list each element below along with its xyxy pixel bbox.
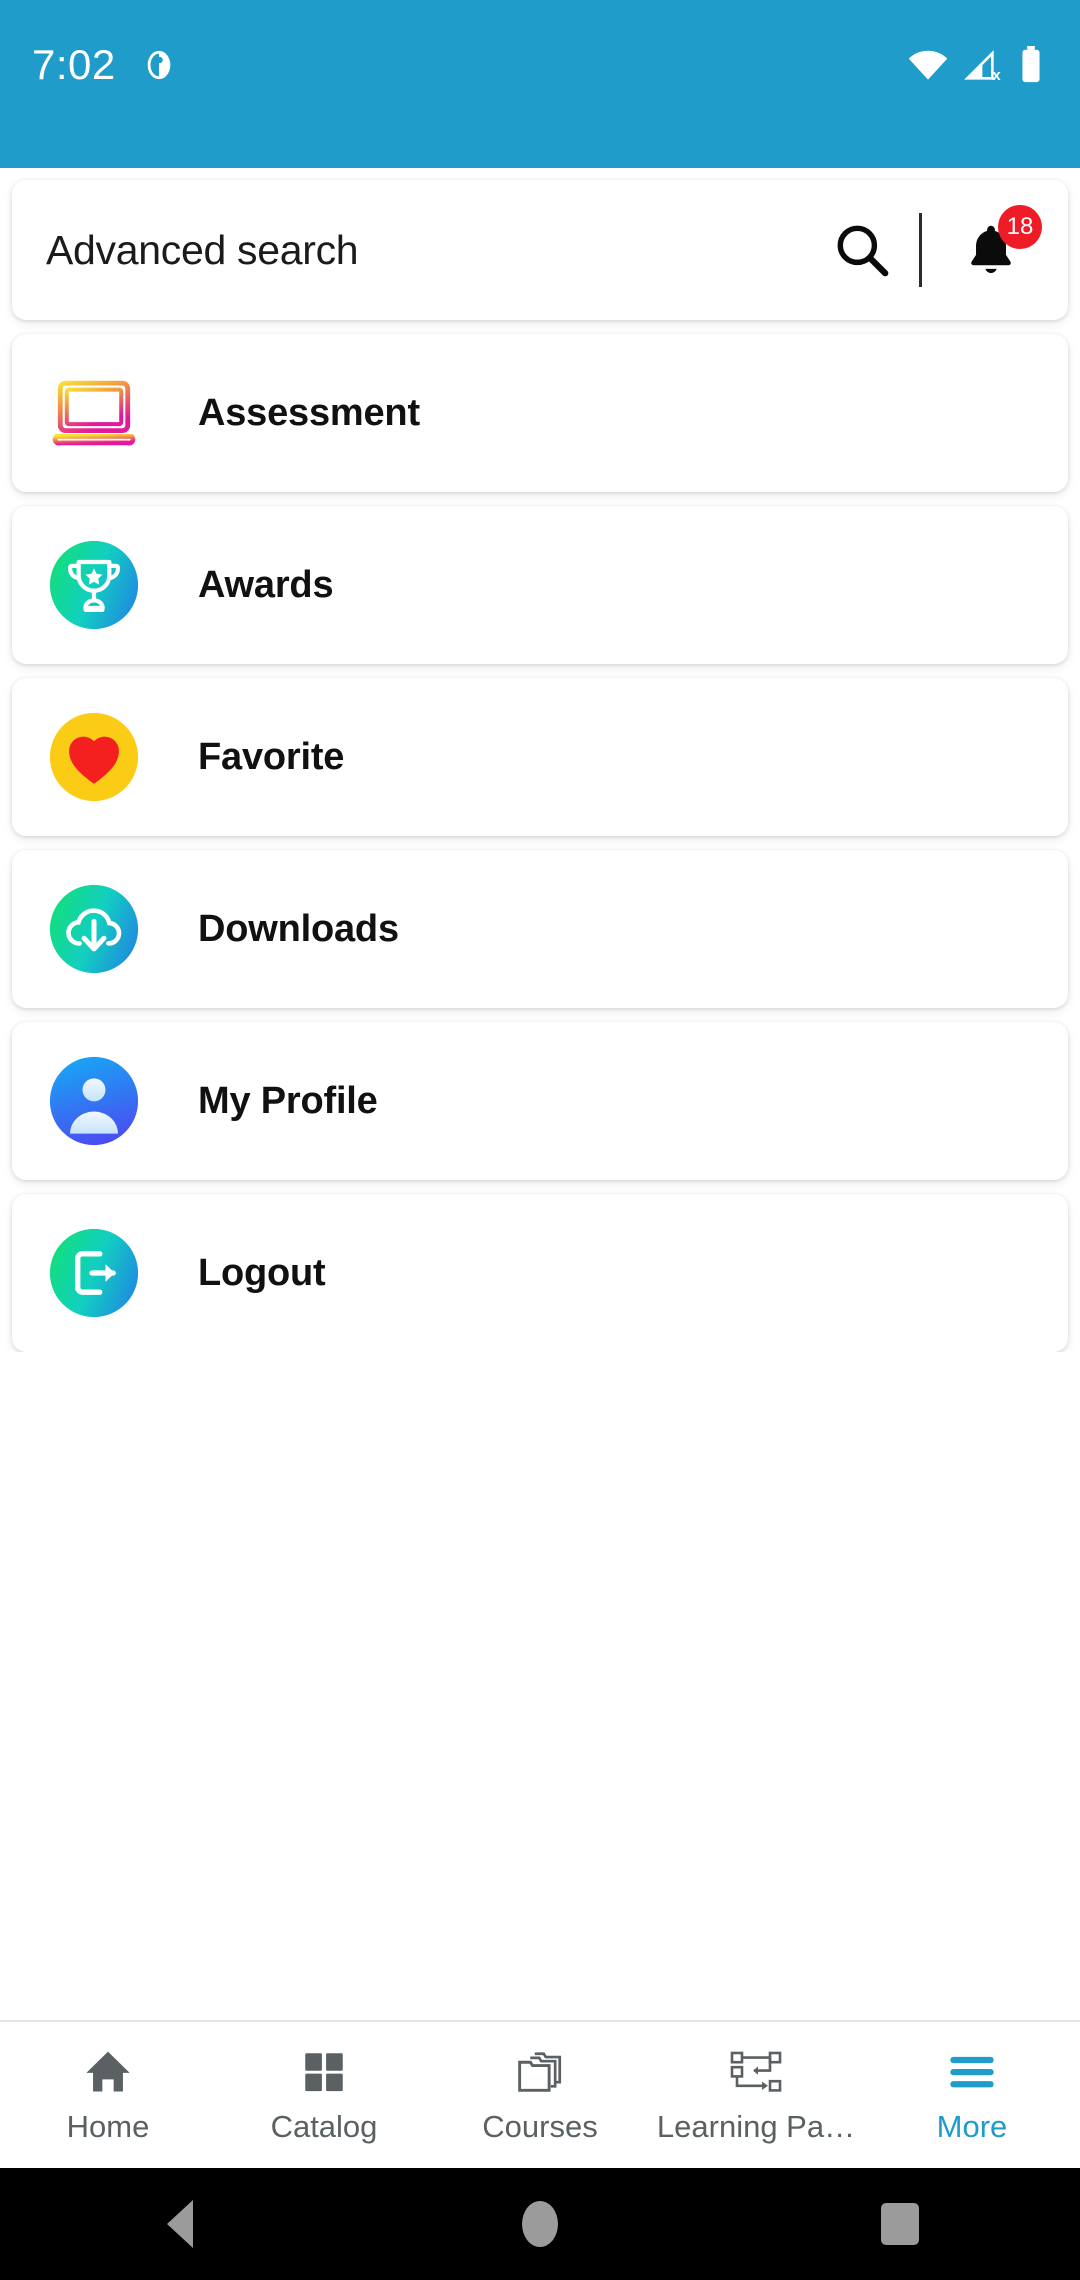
cloud-download-icon [46, 881, 142, 977]
menu-item-label: Logout [198, 1251, 326, 1294]
learning-path-icon [728, 2045, 784, 2099]
nav-item-label: More [936, 2109, 1008, 2144]
search-icon[interactable] [823, 211, 901, 289]
app-notification-icon [142, 48, 176, 82]
search-input[interactable]: Advanced search [46, 227, 823, 274]
home-icon [82, 2045, 134, 2099]
svg-text:x: x [992, 67, 1001, 82]
folders-icon [513, 2045, 567, 2099]
logout-icon [46, 1225, 142, 1321]
menu-item-label: Downloads [198, 907, 399, 950]
back-triangle-icon [167, 2200, 193, 2248]
menu-item-assessment[interactable]: Assessment [12, 334, 1068, 492]
nav-item-more[interactable]: More [864, 2022, 1080, 2168]
nav-item-courses[interactable]: Courses [432, 2022, 648, 2168]
heart-icon [46, 709, 142, 805]
nav-item-learning-path[interactable]: Learning Pa… [648, 2022, 864, 2168]
notification-badge: 18 [998, 205, 1042, 249]
nav-item-label: Courses [482, 2109, 598, 2144]
nav-item-home[interactable]: Home [0, 2022, 216, 2168]
menu-item-label: Assessment [198, 391, 420, 434]
wifi-icon [906, 48, 950, 87]
menu-item-label: Favorite [198, 735, 345, 778]
recents-button[interactable] [720, 2203, 1080, 2245]
menu-item-logout[interactable]: Logout [12, 1194, 1068, 1352]
nav-item-catalog[interactable]: Catalog [216, 2022, 432, 2168]
menu-item-favorite[interactable]: Favorite [12, 678, 1068, 836]
menu-item-my-profile[interactable]: My Profile [12, 1022, 1068, 1180]
nav-item-label: Learning Pa… [656, 2109, 856, 2144]
toolbar-divider [919, 213, 922, 287]
app-screen: 7:02 x Advanced search 18 Assessment Awa… [0, 0, 1080, 2280]
status-bar-right: x [906, 44, 1044, 89]
recents-square-icon [881, 2203, 919, 2245]
notifications-button[interactable]: 18 [948, 205, 1042, 293]
menu-item-awards[interactable]: Awards [12, 506, 1068, 664]
menu-item-downloads[interactable]: Downloads [12, 850, 1068, 1008]
status-bar: 7:02 x [0, 0, 1080, 168]
android-system-nav [0, 2168, 1080, 2280]
trophy-icon [46, 537, 142, 633]
grid-icon [299, 2045, 349, 2099]
home-button[interactable] [360, 2201, 720, 2247]
battery-icon [1018, 46, 1044, 89]
back-button[interactable] [0, 2200, 360, 2248]
nav-item-label: Catalog [270, 2109, 378, 2144]
status-bar-left: 7:02 [32, 44, 176, 86]
nav-item-label: Home [66, 2109, 150, 2144]
empty-space [12, 1352, 1068, 2020]
status-time: 7:02 [32, 41, 116, 88]
main-content: Advanced search 18 Assessment Awards Fav… [0, 168, 1080, 2020]
search-bar[interactable]: Advanced search 18 [12, 180, 1068, 320]
menu-item-label: Awards [198, 563, 334, 606]
hamburger-icon [946, 2045, 998, 2099]
cellular-no-sim-icon: x [964, 48, 1004, 87]
laptop-outline-icon [46, 365, 142, 461]
person-icon [46, 1053, 142, 1149]
menu-item-label: My Profile [198, 1079, 378, 1122]
bottom-navigation: Home Catalog Courses Learning Pa… More [0, 2020, 1080, 2168]
home-circle-icon [522, 2201, 558, 2247]
